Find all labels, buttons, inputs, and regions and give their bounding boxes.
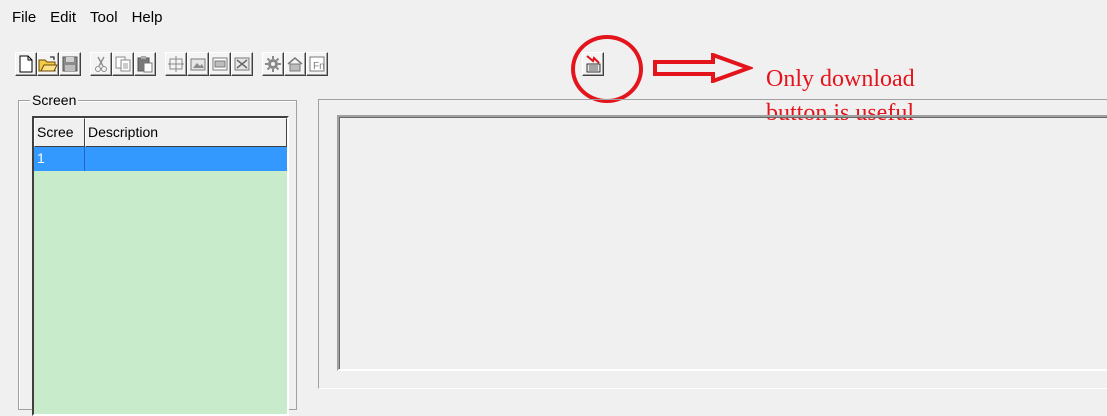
function-icon: Fn (309, 56, 325, 72)
cell-description (85, 147, 287, 171)
home-icon (287, 57, 303, 72)
open-folder-icon (38, 56, 58, 72)
screen-frame-button[interactable] (165, 52, 187, 76)
function-button[interactable]: Fn (306, 52, 328, 76)
preview-area (337, 115, 1107, 371)
menu-bar: File Edit Tool Help (0, 0, 1107, 36)
menu-help[interactable]: Help (126, 0, 169, 36)
window-icon (212, 57, 228, 71)
menu-edit[interactable]: Edit (44, 0, 82, 36)
gear-icon (265, 56, 281, 72)
save-disk-icon (62, 56, 78, 72)
arrow-right-icon (653, 53, 753, 83)
screen-list[interactable]: Scree Description 1 (32, 116, 289, 416)
highlight-circle (571, 35, 643, 103)
copy-button[interactable] (112, 52, 134, 76)
column-header-description[interactable]: Description (85, 118, 287, 147)
open-file-button[interactable] (37, 52, 59, 76)
menu-file[interactable]: File (0, 0, 42, 36)
settings-button[interactable] (262, 52, 284, 76)
screen-group-label: Screen (30, 92, 79, 108)
annotation-line-1: Only download (766, 66, 915, 92)
menu-tool[interactable]: Tool (84, 0, 124, 36)
list-header: Scree Description (34, 118, 287, 147)
cut-button[interactable] (90, 52, 112, 76)
scissors-icon (95, 56, 107, 72)
column-header-screen[interactable]: Scree (34, 118, 85, 147)
home-button[interactable] (284, 52, 306, 76)
new-document-icon (19, 55, 33, 73)
window-button[interactable] (209, 52, 231, 76)
paste-button[interactable] (134, 52, 156, 76)
paste-icon (137, 56, 153, 73)
svg-text:Fn: Fn (313, 61, 325, 72)
delete-image-button[interactable] (231, 52, 253, 76)
list-item[interactable]: 1 (34, 147, 287, 171)
image-edit-icon (190, 58, 206, 71)
delete-image-icon (234, 57, 250, 71)
copy-icon (115, 56, 131, 72)
screen-frame-icon (168, 56, 184, 72)
save-file-button[interactable] (59, 52, 81, 76)
image-edit-button[interactable] (187, 52, 209, 76)
new-file-button[interactable] (15, 52, 37, 76)
cell-screen-number: 1 (34, 147, 85, 171)
